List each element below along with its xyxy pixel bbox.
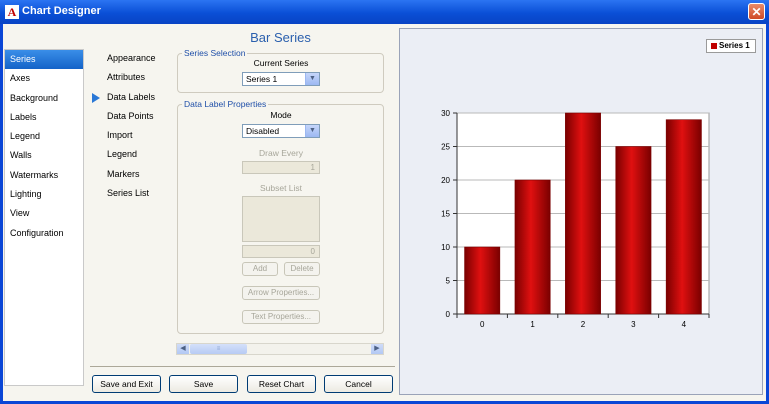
current-series-value: Series 1 <box>246 74 278 84</box>
mode-value: Disabled <box>246 126 280 136</box>
window-title: Chart Designer <box>22 5 101 17</box>
bar <box>565 112 601 315</box>
draw-every-input[interactable]: 1 <box>242 161 320 174</box>
sidebar-item-background[interactable]: Background <box>5 89 83 108</box>
current-series-select[interactable]: Series 1 ▼ <box>242 72 320 86</box>
bar <box>615 146 652 315</box>
delete-button[interactable]: Delete <box>284 262 320 276</box>
chart-designer-window: A Chart Designer ✕ Series Axes Backgroun… <box>0 0 769 404</box>
app-logo-icon: A <box>5 5 19 19</box>
bar <box>514 179 551 315</box>
subnav-item-attributes[interactable]: Attributes <box>91 68 176 87</box>
reset-chart-button[interactable]: Reset Chart <box>247 375 316 393</box>
arrow-left-icon[interactable]: ◀ <box>177 344 189 354</box>
save-and-exit-button[interactable]: Save and Exit <box>92 375 161 393</box>
draw-every-label: Draw Every <box>259 148 303 158</box>
mode-select[interactable]: Disabled ▼ <box>242 124 320 138</box>
subset-list-box[interactable] <box>242 196 320 242</box>
cancel-button[interactable]: Cancel <box>324 375 393 393</box>
y-tick-label: 30 <box>441 109 450 118</box>
subnav-item-series-list[interactable]: Series List <box>91 184 176 203</box>
mode-label: Mode <box>270 110 292 120</box>
x-tick-label: 1 <box>530 320 535 329</box>
subset-count-input[interactable]: 0 <box>242 245 320 258</box>
close-button[interactable]: ✕ <box>748 3 765 20</box>
title-bar[interactable]: A Chart Designer ✕ <box>0 0 769 24</box>
subnav-item-import[interactable]: Import <box>91 126 176 145</box>
sidebar-item-lighting[interactable]: Lighting <box>5 185 83 204</box>
chevron-down-icon: ▼ <box>305 125 319 137</box>
x-tick-label: 3 <box>631 320 636 329</box>
x-tick-label: 0 <box>480 320 485 329</box>
y-tick-label: 15 <box>441 210 450 219</box>
subnav-item-markers[interactable]: Markers <box>91 165 176 184</box>
subnav-item-data-points[interactable]: Data Points <box>91 107 176 126</box>
data-label-properties-legend: Data Label Properties <box>182 99 269 109</box>
sidebar-item-view[interactable]: View <box>5 204 83 223</box>
series-selection-legend: Series Selection <box>182 48 248 58</box>
add-button[interactable]: Add <box>242 262 278 276</box>
sidebar-item-series[interactable]: Series <box>5 50 83 70</box>
bar <box>464 246 501 315</box>
y-tick-label: 25 <box>441 143 450 152</box>
text-properties-button[interactable]: Text Properties... <box>242 310 320 324</box>
current-series-label: Current Series <box>253 58 309 68</box>
sidebar-item-walls[interactable]: Walls <box>5 146 83 165</box>
sidebar-item-axes[interactable]: Axes <box>5 69 83 88</box>
y-tick-label: 5 <box>446 277 451 286</box>
x-tick-label: 4 <box>682 320 687 329</box>
subnav-item-data-labels[interactable]: Data Labels <box>91 88 176 107</box>
category-sidebar: Series Axes Background Labels Legend Wal… <box>4 49 84 386</box>
horizontal-scrollbar[interactable]: ◀ ≡ ▶ <box>176 343 384 355</box>
subnav-item-legend[interactable]: Legend <box>91 145 176 164</box>
subnav-item-label: Data Labels <box>107 91 156 102</box>
bar <box>665 119 702 315</box>
subnav-item-appearance[interactable]: Appearance <box>91 49 176 68</box>
x-tick-label: 2 <box>581 320 586 329</box>
chart-preview-panel: Series 1 0 5 10 15 20 25 30 0 1 2 3 4 <box>399 28 763 395</box>
sidebar-item-labels[interactable]: Labels <box>5 108 83 127</box>
sidebar-item-configuration[interactable]: Configuration <box>5 224 83 243</box>
footer-divider <box>90 366 395 367</box>
bar-chart: 0 5 10 15 20 25 30 0 1 2 3 4 <box>441 109 710 329</box>
series-subsection-list: Appearance Attributes Data Labels Data P… <box>91 49 176 349</box>
arrow-right-icon[interactable]: ▶ <box>371 344 383 354</box>
arrow-properties-button[interactable]: Arrow Properties... <box>242 286 320 300</box>
chevron-down-icon: ▼ <box>305 73 319 85</box>
y-tick-label: 20 <box>441 176 450 185</box>
y-tick-label: 10 <box>441 243 450 252</box>
subset-list-label: Subset List <box>259 183 303 193</box>
panel-title: Bar Series <box>250 30 311 45</box>
save-button[interactable]: Save <box>169 375 238 393</box>
sidebar-item-legend[interactable]: Legend <box>5 127 83 146</box>
y-tick-label: 0 <box>446 310 451 319</box>
scrollbar-thumb[interactable]: ≡ <box>190 344 247 354</box>
triangle-right-icon <box>92 92 100 103</box>
sidebar-item-watermarks[interactable]: Watermarks <box>5 166 83 185</box>
